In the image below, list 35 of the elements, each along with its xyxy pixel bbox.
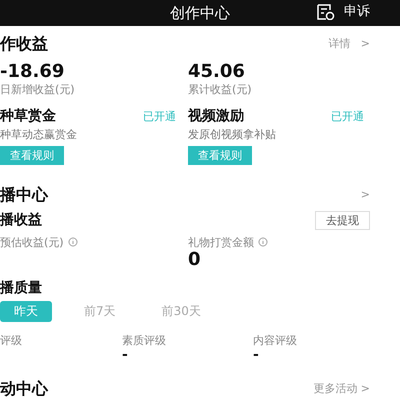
period-tab[interactable]: 前30天 — [148, 300, 215, 322]
card-title: 视频激励 — [188, 108, 244, 126]
rules-button[interactable]: 查看规则 — [0, 146, 64, 166]
rules-button[interactable]: 查看规则 — [188, 146, 252, 166]
rating-label: 内容评级 — [253, 334, 298, 347]
stat-label: 礼物打赏金额 — [188, 236, 254, 249]
chevron-link[interactable]: > — [360, 188, 370, 202]
status-label: 已开通 — [331, 110, 364, 124]
stat-label: 累计收益(元) — [188, 83, 253, 96]
info-icon[interactable] — [258, 237, 268, 248]
subsection-title: 播收益 — [0, 212, 42, 228]
status-label: 已开通 — [143, 110, 176, 124]
details-link[interactable]: 详情 > — [328, 37, 370, 50]
rating-value: - — [253, 346, 259, 363]
stat-value: -18.69 — [0, 61, 66, 84]
document-icon[interactable] — [316, 4, 336, 20]
card-description: 发原创视频拿补贴 — [188, 128, 277, 142]
rating-label: 评级 — [0, 334, 23, 347]
stat-label: 预估收益(元) — [0, 236, 64, 249]
info-icon[interactable] — [68, 237, 78, 248]
period-tab[interactable]: 前7天 — [70, 300, 130, 322]
stat-value: 0 — [188, 248, 201, 270]
stat-label: 日新增收益(元) — [0, 83, 76, 96]
withdraw-button[interactable]: 去提现 — [315, 210, 370, 230]
period-tab[interactable]: 昨天 — [0, 300, 52, 322]
card-title: 种草赏金 — [0, 108, 56, 126]
rating-value: - — [122, 346, 128, 363]
appeal-link[interactable]: 申诉 — [344, 4, 370, 20]
section-title: 动中心 — [0, 378, 48, 398]
subsection-title: 播质量 — [0, 280, 42, 296]
more-activities-link[interactable]: 更多活动 > — [313, 382, 370, 395]
stat-value: 45.06 — [188, 61, 246, 84]
window-title: 创作中心 — [170, 4, 230, 22]
card-description: 种草动态赢赏金 — [0, 128, 78, 142]
rating-label: 素质评级 — [122, 334, 167, 347]
